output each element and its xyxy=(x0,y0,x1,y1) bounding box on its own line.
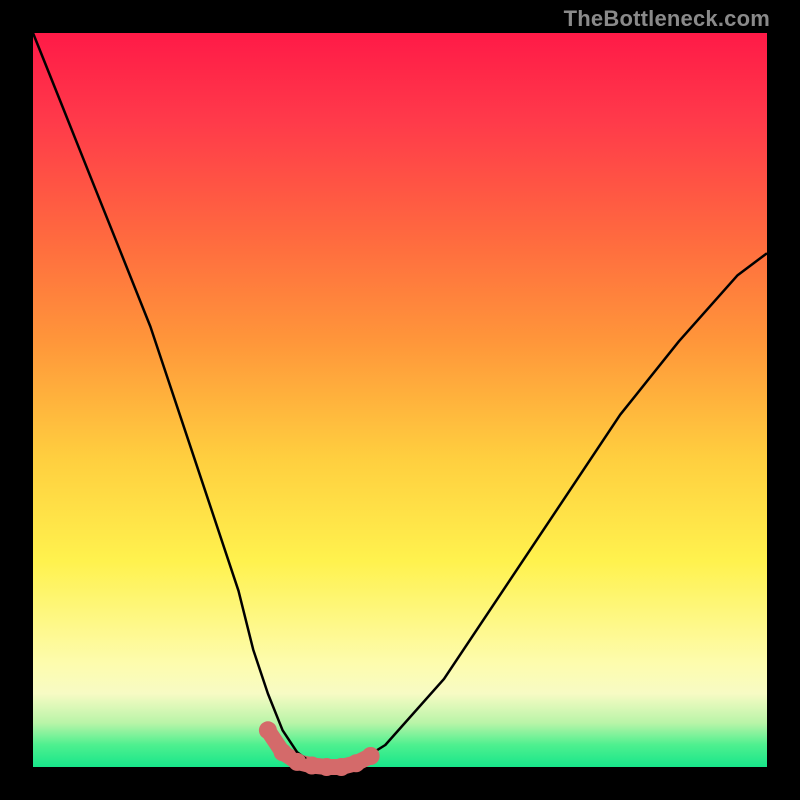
minimum-marker xyxy=(362,747,380,765)
minimum-marker xyxy=(259,721,277,739)
bottleneck-curve xyxy=(33,33,767,767)
chart-frame: TheBottleneck.com xyxy=(0,0,800,800)
watermark-label: TheBottleneck.com xyxy=(564,6,770,32)
bottleneck-curve-path xyxy=(33,33,767,767)
